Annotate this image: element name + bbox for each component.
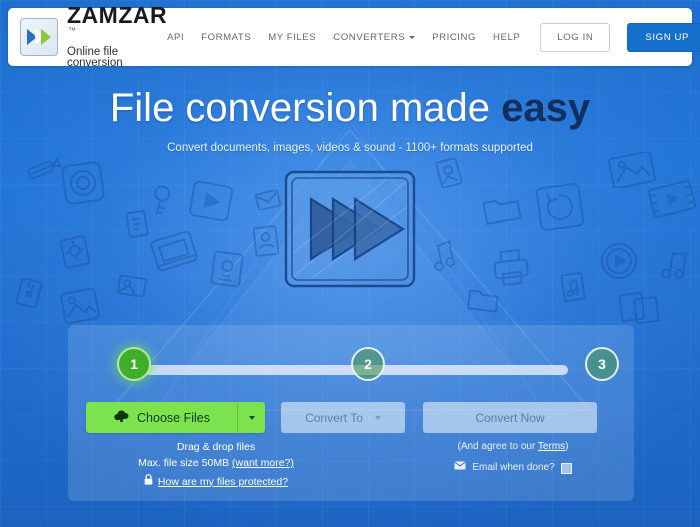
film-strip-icon	[648, 180, 696, 218]
page-root: ZAMZAR™ Online file conversion API FORMA…	[0, 0, 700, 527]
choose-files-dropdown-toggle[interactable]	[238, 402, 265, 433]
video-play-icon	[189, 180, 233, 222]
login-button[interactable]: LOG IN	[540, 22, 611, 52]
padlock-icon	[144, 473, 153, 490]
agree-text: (And agree to our	[457, 441, 538, 452]
convert-now-button[interactable]: Convert Now	[423, 402, 597, 433]
step-circle-2[interactable]: 2	[351, 347, 385, 381]
camera-lens-icon	[61, 161, 105, 205]
music-note-icon	[661, 252, 688, 279]
want-more-link[interactable]: (want more?)	[232, 457, 294, 469]
nav-label: PRICING	[432, 31, 477, 43]
agree-terms-row: (And agree to our Terms)	[408, 439, 618, 455]
site-header: ZAMZAR™ Online file conversion API FORMA…	[8, 4, 700, 69]
presentation-icon	[150, 230, 198, 272]
printer-icon	[493, 249, 529, 286]
nav-item-formats[interactable]: FORMATS	[201, 32, 251, 43]
terms-link[interactable]: Terms	[538, 441, 565, 452]
upload-info-block: Drag & drop files Max. file size 50MB (w…	[86, 439, 346, 490]
music-note-icon	[434, 240, 456, 272]
choose-files-main[interactable]: Choose Files	[86, 402, 238, 433]
caret-down-icon	[248, 415, 255, 420]
main-navigation: API FORMATS MY FILES CONVERTERS PRICING …	[167, 22, 700, 52]
sketched-play-triangles-icon	[284, 170, 416, 288]
headline-accent: easy	[501, 86, 591, 130]
nav-label: CONVERTERS	[333, 31, 406, 43]
max-size-row: Max. file size 50MB (want more?)	[86, 455, 346, 471]
zamzar-chevrons-logo-icon	[20, 18, 58, 56]
picture-frame-icon	[608, 152, 656, 188]
envelope-icon	[454, 460, 466, 476]
text-file-icon	[125, 210, 149, 238]
action-row: Choose Files Convert To Convert Now	[86, 402, 616, 433]
folder-icon	[482, 199, 522, 225]
brand-tagline: Online file conversion	[67, 45, 123, 70]
nav-label: HELP	[493, 31, 521, 43]
audio-file-icon	[560, 272, 586, 302]
nav-item-converters[interactable]: CONVERTERS	[333, 31, 416, 43]
protected-row: How are my files protected?	[86, 473, 346, 490]
nav-item-pricing[interactable]: PRICING	[432, 32, 476, 43]
brand-name: ZAMZAR	[67, 2, 168, 29]
copy-files-icon	[618, 291, 660, 325]
refresh-disc-icon	[535, 182, 585, 232]
image-file-icon	[436, 158, 462, 188]
archive-icon	[16, 278, 42, 308]
brand-trademark: ™	[68, 26, 76, 36]
nav-item-api[interactable]: API	[167, 32, 184, 43]
step-circle-3[interactable]: 3	[585, 347, 619, 381]
files-protected-link[interactable]: How are my files protected?	[158, 474, 288, 490]
photo-frame-icon	[60, 288, 100, 324]
nav-item-help[interactable]: HELP	[493, 32, 520, 43]
choose-files-label: Choose Files	[137, 410, 210, 425]
folder-icon	[466, 289, 499, 313]
terms-and-email-block: (And agree to our Terms) Email when done…	[408, 439, 618, 476]
hero-section: File conversion made easy Convert docume…	[0, 86, 700, 154]
headline-plain: File conversion made	[109, 86, 502, 130]
settings-file-icon	[60, 235, 90, 269]
page-title: File conversion made easy	[0, 86, 700, 130]
convert-to-label: Convert To	[305, 410, 363, 425]
nav-item-my-files[interactable]: MY FILES	[268, 32, 316, 43]
convert-now-label: Convert Now	[475, 410, 545, 425]
drag-drop-text: Drag & drop files	[176, 441, 256, 453]
nav-label: MY FILES	[268, 31, 317, 43]
conversion-panel: 1 2 3 Choose Files Convert To Convert No…	[68, 325, 634, 501]
max-size-text: Max. file size 50MB	[138, 457, 233, 470]
cloud-upload-icon	[113, 409, 130, 426]
pencil-icon	[27, 157, 62, 180]
step-circle-1[interactable]: 1	[117, 347, 151, 381]
signup-button[interactable]: SIGN UP	[627, 22, 700, 52]
email-when-done-row: Email when done?	[408, 460, 618, 476]
logo-block[interactable]: ZAMZAR™ Online file conversion	[20, 4, 167, 69]
choose-files-button[interactable]: Choose Files	[86, 402, 265, 433]
agree-text-end: )	[565, 441, 569, 452]
chevron-down-icon	[409, 35, 416, 39]
hero-subtitle: Convert documents, images, videos & soun…	[167, 142, 533, 154]
contact-card-icon	[252, 225, 280, 257]
email-when-done-label: Email when done?	[472, 462, 555, 473]
image-card-icon	[117, 275, 147, 297]
convert-to-dropdown[interactable]: Convert To	[281, 402, 405, 433]
mail-icon	[255, 190, 281, 210]
step-indicator: 1 2 3	[100, 347, 619, 393]
email-when-done-checkbox[interactable]	[560, 462, 572, 474]
play-circle-icon	[601, 243, 637, 279]
nav-label: FORMATS	[201, 31, 252, 43]
key-icon	[154, 185, 171, 216]
picture-file-icon	[210, 250, 244, 288]
nav-label: API	[167, 31, 185, 43]
caret-down-icon	[374, 415, 381, 420]
